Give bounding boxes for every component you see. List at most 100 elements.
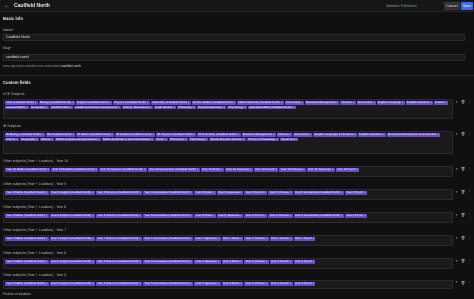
name-field[interactable]: Caulfield North bbox=[3, 34, 465, 41]
year-9-field[interactable]: Year 9 Maths (Caulfield North)Year 9 Eng… bbox=[3, 189, 453, 200]
trash-icon[interactable]: 🗑 bbox=[460, 131, 466, 137]
tag-chip[interactable]: Year 8 Humanities (Caulfield North) bbox=[293, 214, 344, 218]
tag-chip[interactable]: Economics bbox=[293, 133, 313, 137]
tag-chip[interactable]: IB Biology (Caulfield North) bbox=[5, 133, 45, 137]
tag-chip[interactable]: Further Maths (Caulfield North) bbox=[191, 101, 237, 105]
tag-chip[interactable]: Year 7 Maths (Caulfield North) bbox=[5, 237, 49, 241]
tag-chip[interactable]: General Maths bbox=[5, 105, 29, 110]
tag-chip[interactable]: Year 10 Chinese bbox=[279, 168, 306, 172]
tag-chip[interactable]: English (Caulfield North) bbox=[75, 101, 113, 105]
tag-chip[interactable]: Economics bbox=[356, 101, 376, 105]
tag-chip[interactable]: Year 5 English (Caulfield North) bbox=[49, 282, 95, 286]
ib-subjects-field[interactable]: IB Biology (Caulfield North)IB (Caulfiel… bbox=[3, 131, 453, 154]
year-5-field[interactable]: Year 5 Maths (Caulfield North)Year 5 Eng… bbox=[3, 280, 453, 289]
tag-chip[interactable]: IB English (Caulfield North) bbox=[115, 133, 156, 137]
tag-chip[interactable]: Year 9 Japanese bbox=[216, 191, 244, 195]
tag-chip[interactable]: Year 5 French bbox=[269, 282, 293, 286]
tag-chip[interactable]: Maths Analysis and Approaches bbox=[54, 137, 101, 142]
tag-chip[interactable]: Year 6 Maths (Caulfield North) bbox=[5, 260, 49, 264]
tag-chip[interactable]: Year 9 Chinese bbox=[268, 191, 293, 195]
year-8-field[interactable]: Year 8 Maths (Caulfield North)Year 8 Eng… bbox=[3, 212, 453, 223]
tag-chip[interactable]: Year 7 Music bbox=[221, 237, 244, 241]
tag-chip[interactable]: Year 9 Maths (Caulfield North) bbox=[5, 191, 49, 195]
tag-chip[interactable]: Visual Arts bbox=[279, 137, 299, 142]
tag-chip[interactable]: Chemistry (Caulfield North) bbox=[150, 101, 191, 105]
tag-chip[interactable]: Year 5 Japanese bbox=[194, 282, 221, 286]
tag-chip[interactable]: History: Revolutions bbox=[122, 105, 153, 110]
tag-chip[interactable]: Year 6 Music bbox=[221, 260, 244, 264]
tag-chip[interactable]: Chinese bbox=[276, 133, 293, 137]
tag-chip[interactable]: Year 10 Japanese bbox=[224, 168, 253, 172]
tag-chip[interactable]: Music bbox=[155, 137, 168, 142]
tag-chip[interactable]: Geography bbox=[29, 105, 50, 110]
drag-handle-icon[interactable]: ⋮ bbox=[467, 99, 472, 105]
tag-chip[interactable]: Year 7 Chinese bbox=[244, 237, 269, 241]
tag-chip[interactable]: Specialist Maths (Caulfield North) bbox=[248, 105, 296, 110]
save-button[interactable]: Save bbox=[461, 2, 473, 10]
cancel-button[interactable]: Cancel bbox=[444, 2, 460, 10]
tag-chip[interactable]: Health and Human Development bbox=[74, 105, 122, 110]
tag-chip[interactable]: Maths Applications and Interpretation bbox=[101, 137, 155, 142]
tag-chip[interactable]: Year 9 Humanities (Caulfield North) bbox=[293, 191, 344, 195]
tag-chip[interactable]: Year 10 Japanese bbox=[306, 168, 335, 172]
tag-chip[interactable]: Year 10 French bbox=[253, 168, 279, 172]
tag-chip[interactable]: Year 5 Chinese bbox=[244, 282, 269, 286]
tag-chip[interactable]: Year 9 Humanities (Caulfield North) bbox=[142, 191, 194, 195]
tag-chip[interactable]: IB Maths (Caulfield North) bbox=[76, 133, 115, 137]
chevron-down-icon[interactable]: ▾ bbox=[454, 190, 459, 195]
trash-icon[interactable]: 🗑 bbox=[460, 166, 466, 172]
chevron-down-icon[interactable]: ▾ bbox=[454, 132, 459, 137]
tag-chip[interactable]: Year 8 Psych bbox=[344, 214, 367, 218]
tag-chip[interactable]: Year 6 French bbox=[269, 260, 293, 264]
tag-chip[interactable]: Year 6 Japanese bbox=[194, 260, 221, 264]
trash-icon[interactable]: 🗑 bbox=[460, 258, 466, 264]
year-6-field[interactable]: Year 6 Maths (Caulfield North)Year 6 Eng… bbox=[3, 258, 453, 269]
tag-chip[interactable]: Biology (Caulfield North) bbox=[38, 101, 75, 105]
tag-chip[interactable]: Accounting bbox=[284, 101, 304, 105]
tag-chip[interactable]: Year 9 Science (Caulfield North) bbox=[95, 191, 142, 195]
tag-chip[interactable]: Year 5 Science (Caulfield North) bbox=[95, 282, 142, 286]
tag-chip[interactable]: VCE (Caulfield North) bbox=[5, 101, 38, 105]
drag-handle-icon[interactable]: ⋮ bbox=[467, 258, 472, 264]
tag-chip[interactable]: French bbox=[434, 101, 448, 105]
tag-chip[interactable]: IB Chemistry (Caulfield North) bbox=[197, 133, 241, 137]
tag-chip[interactable]: Psychology bbox=[188, 137, 209, 142]
drag-handle-icon[interactable]: ⋮ bbox=[467, 166, 472, 172]
trash-icon[interactable]: 🗑 bbox=[460, 99, 466, 105]
tag-chip[interactable]: Year 6 Psych bbox=[293, 260, 316, 264]
tag-chip[interactable]: Year 8 Chinese bbox=[268, 214, 293, 218]
trash-icon[interactable]: 🗑 bbox=[460, 280, 466, 286]
tag-chip[interactable]: Year 10 Music bbox=[200, 168, 224, 172]
tag-chip[interactable]: Philosophy bbox=[168, 137, 188, 142]
tag-chip[interactable]: Year 10 Science (Caulfield North) bbox=[99, 168, 147, 172]
tag-chip[interactable]: Year 6 Science (Caulfield North) bbox=[95, 260, 142, 264]
tag-chip[interactable]: Global Politics bbox=[50, 105, 74, 110]
tag-chip[interactable]: Year 7 English (Caulfield North) bbox=[49, 237, 95, 241]
tag-chip[interactable]: English Literature bbox=[358, 133, 386, 137]
tag-chip[interactable]: Year 10 Psych bbox=[335, 168, 360, 172]
tag-chip[interactable]: Year 10 English (Caulfield North) bbox=[51, 168, 99, 172]
tag-chip[interactable]: Legal Studies bbox=[153, 105, 177, 110]
tag-chip[interactable]: Geography bbox=[19, 137, 40, 142]
chevron-down-icon[interactable]: ▾ bbox=[454, 236, 459, 241]
chevron-down-icon[interactable]: ▾ bbox=[454, 167, 459, 172]
chevron-down-icon[interactable]: ▾ bbox=[454, 100, 459, 105]
drag-handle-icon[interactable]: ⋮ bbox=[467, 212, 472, 218]
trash-icon[interactable]: 🗑 bbox=[460, 212, 466, 218]
tag-chip[interactable]: Year 5 Psych bbox=[293, 282, 316, 286]
tag-chip[interactable]: Year 10 Maths (Caulfield North) bbox=[5, 168, 51, 172]
tag-chip[interactable]: Year 10 Humanities (Caulfield North) bbox=[147, 168, 200, 172]
tag-chip[interactable]: Maths Methods (Caulfield North) bbox=[237, 101, 284, 105]
tag-chip[interactable]: IB Physics (Caulfield North) bbox=[156, 133, 197, 137]
tag-chip[interactable]: Psychology bbox=[227, 105, 248, 110]
tag-chip[interactable]: Year 9 Psych bbox=[344, 191, 367, 195]
tag-chip[interactable]: Environmental Systems and Societies bbox=[386, 133, 440, 137]
tag-chip[interactable]: Year 8 Maths (Caulfield North) bbox=[5, 214, 49, 218]
tag-chip[interactable]: IB (Caulfield North) bbox=[45, 133, 76, 137]
arrow-left-icon[interactable]: ← bbox=[4, 0, 10, 12]
vce-subjects-field[interactable]: VCE (Caulfield North)Biology (Caulfield … bbox=[3, 99, 453, 119]
tag-chip[interactable]: Business Management bbox=[241, 133, 276, 137]
slug-field[interactable]: caulfield-north bbox=[3, 54, 465, 61]
year-7-field[interactable]: Year 7 Maths (Caulfield North)Year 7 Eng… bbox=[3, 235, 453, 246]
chevron-down-icon[interactable]: ▾ bbox=[454, 213, 459, 218]
